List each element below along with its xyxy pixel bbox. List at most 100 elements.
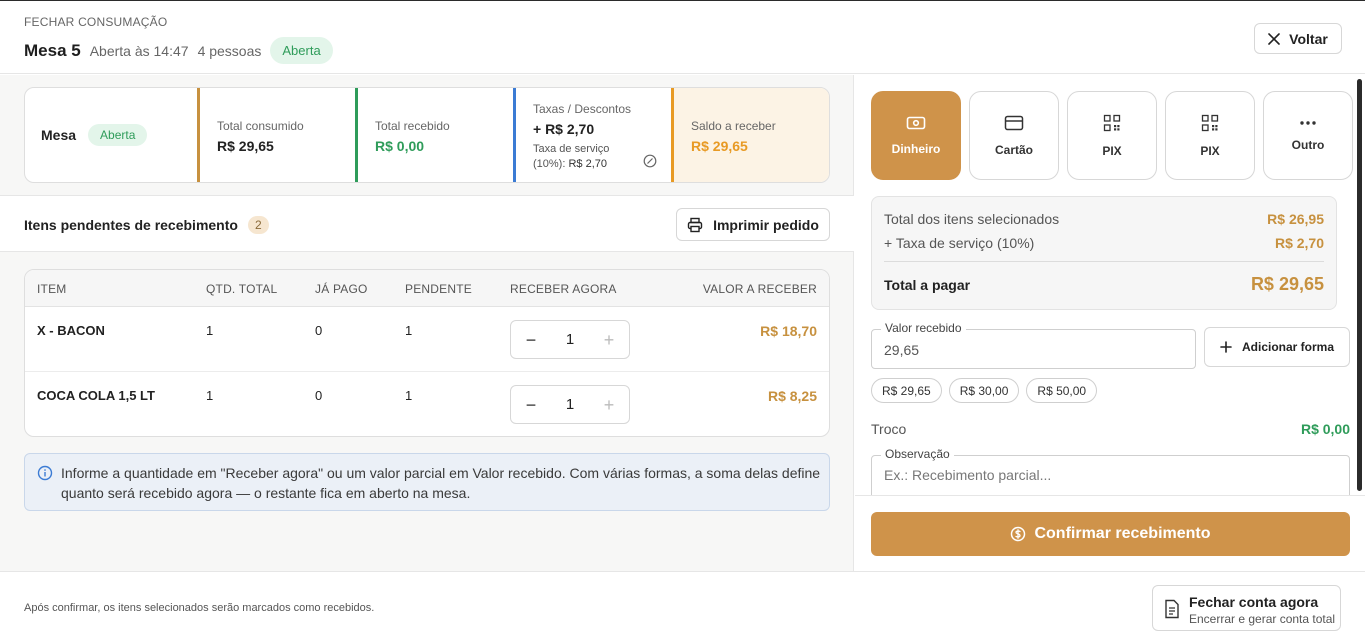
back-button[interactable]: Voltar <box>1254 23 1342 54</box>
row-valor: R$ 8,25 <box>767 388 817 404</box>
summary-saldo: Saldo a receber R$ 29,65 <box>671 88 829 182</box>
summary-card: Mesa Aberta Total consumido R$ 29,65 Tot… <box>24 87 830 183</box>
status-badge: Aberta <box>270 37 333 64</box>
document-icon <box>1165 599 1179 619</box>
confirm-receipt-button[interactable]: Confirmar recebimento <box>871 512 1350 556</box>
back-label: Voltar <box>1289 30 1328 47</box>
totals-divider <box>884 261 1324 262</box>
payment-method-label: Outro <box>1291 137 1325 152</box>
observacao-label: Observação <box>881 447 954 461</box>
taxa-label: + Taxa de serviço (10%) <box>884 235 1035 251</box>
card-icon <box>1004 115 1024 130</box>
col-qtd-total: QTD. TOTAL <box>206 282 278 296</box>
more-icon <box>1300 120 1316 125</box>
pending-count-badge: 2 <box>247 216 269 234</box>
row-item-name: X - BACON <box>37 323 105 338</box>
row-valor: R$ 18,70 <box>760 323 817 339</box>
close-account-button[interactable]: Fechar conta agora Encerrar e gerar cont… <box>1152 585 1341 631</box>
itens-total-row: Total dos itens selecionados R$ 26,95 <box>884 211 1324 227</box>
valor-recebido-label: Valor recebido <box>881 321 966 335</box>
taxas-value: + R$ 2,70 <box>533 121 595 137</box>
payment-method-pix-2[interactable]: PIX <box>1165 91 1255 180</box>
quick-amount-chip[interactable]: R$ 29,65 <box>871 378 942 403</box>
summary-mesa-label: Mesa <box>41 127 77 143</box>
valor-recebido-field[interactable]: Valor recebido 29,65 <box>871 321 1196 369</box>
itens-total-label: Total dos itens selecionados <box>884 211 1060 227</box>
summary-total-consumido: Total consumido R$ 29,65 <box>197 88 355 182</box>
summary-status-badge: Aberta <box>88 124 148 146</box>
bottom-note: Após confirmar, os itens selecionados se… <box>24 602 375 614</box>
page-title: Mesa 5 <box>24 40 81 60</box>
col-item: ITEM <box>37 282 67 296</box>
quantity-stepper: − 1 + <box>510 320 630 359</box>
payment-footer: Confirmar recebimento <box>855 495 1365 571</box>
summary-taxas: Taxas / Descontos + R$ 2,70 Taxa de serv… <box>513 88 671 182</box>
close-icon <box>1268 32 1280 45</box>
decrement-button[interactable]: − <box>523 331 539 349</box>
quick-amounts: R$ 29,65 R$ 30,00 R$ 50,00 <box>871 378 1098 403</box>
row-item-name: COCA COLA 1,5 LT <box>37 388 155 403</box>
total-recebido-label: Total recebido <box>375 119 450 133</box>
info-alert: Informe a quantidade em "Receber agora" … <box>24 453 830 511</box>
plus-icon <box>1220 341 1232 353</box>
close-account-subtitle: Encerrar e gerar conta total <box>1189 612 1336 626</box>
opened-at: Aberta às 14:47 <box>89 42 189 59</box>
troco-label: Troco <box>871 421 907 437</box>
payment-method-label: Dinheiro <box>891 141 941 156</box>
add-payment-form-button[interactable]: Adicionar forma <box>1204 327 1350 367</box>
total-a-pagar-value: R$ 29,65 <box>1250 274 1324 294</box>
payment-method-label: PIX <box>1200 143 1220 158</box>
observacao-placeholder: Ex.: Recebimento parcial... <box>884 467 1052 483</box>
printer-icon <box>687 217 703 232</box>
print-order-label: Imprimir pedido <box>713 216 819 233</box>
saldo-label: Saldo a receber <box>691 119 776 133</box>
col-valor-a-receber: VALOR A RECEBER <box>702 282 817 296</box>
info-icon <box>37 465 53 481</box>
total-consumido-value: R$ 29,65 <box>217 138 274 154</box>
row-pendente: 1 <box>405 388 413 403</box>
observacao-field[interactable]: Observação Ex.: Recebimento parcial... <box>871 447 1350 495</box>
pending-items-table: ITEM QTD. TOTAL JÁ PAGO PENDENTE RECEBER… <box>24 269 830 437</box>
payment-method-cartao[interactable]: Cartão <box>969 91 1059 180</box>
print-order-button[interactable]: Imprimir pedido <box>676 208 830 241</box>
scrollbar[interactable] <box>1357 79 1362 491</box>
payment-method-outro[interactable]: Outro <box>1263 91 1353 180</box>
itens-total-value: R$ 26,95 <box>1267 211 1324 227</box>
payment-method-label: Cartão <box>994 142 1033 157</box>
col-pendente: PENDENTE <box>405 282 472 296</box>
row-qtd-total: 1 <box>206 323 214 338</box>
valor-recebido-value: 29,65 <box>884 342 920 358</box>
cash-icon <box>906 116 926 129</box>
quantity-value[interactable]: 1 <box>566 396 574 413</box>
quantity-value[interactable]: 1 <box>566 331 574 348</box>
page-header: FECHAR CONSUMAÇÃO Mesa 5 Aberta às 14:47… <box>0 1 1365 74</box>
close-account-title: Fechar conta agora <box>1189 594 1319 610</box>
qr-icon <box>1103 114 1121 131</box>
taxa-row: + Taxa de serviço (10%) R$ 2,70 <box>884 235 1324 251</box>
increment-button[interactable]: + <box>601 331 617 349</box>
payment-method-label: PIX <box>1102 143 1122 158</box>
qr-icon <box>1201 114 1219 131</box>
total-consumido-label: Total consumido <box>217 119 304 133</box>
table-row: X - BACON 1 0 1 − 1 + R$ 18,70 <box>25 307 829 372</box>
row-pendente: 1 <box>405 323 413 338</box>
increment-button[interactable]: + <box>601 396 617 414</box>
summary-mesa: Mesa Aberta <box>25 88 197 182</box>
payment-totals: Total dos itens selecionados R$ 26,95 + … <box>871 196 1337 310</box>
pending-header: Itens pendentes de recebimento 2 Imprimi… <box>0 195 854 252</box>
troco-row: Troco R$ 0,00 <box>871 421 1350 437</box>
page-eyebrow: FECHAR CONSUMAÇÃO <box>24 15 168 29</box>
quick-amount-chip[interactable]: R$ 50,00 <box>1026 378 1098 403</box>
pending-title-text: Itens pendentes de recebimento <box>24 217 238 233</box>
dollar-circle-icon <box>1011 526 1026 542</box>
payment-method-pix[interactable]: PIX <box>1067 91 1157 180</box>
total-a-pagar-label: Total a pagar <box>884 277 971 293</box>
quick-amount-chip[interactable]: R$ 30,00 <box>948 378 1020 403</box>
payment-panel: Dinheiro Cartão PIX PIX Outro Total dos … <box>855 75 1365 571</box>
payment-method-dinheiro[interactable]: Dinheiro <box>871 91 961 180</box>
payment-scroll-area: Dinheiro Cartão PIX PIX Outro Total dos … <box>855 75 1365 495</box>
edit-fee-icon[interactable] <box>643 154 657 168</box>
row-ja-pago: 0 <box>315 388 323 403</box>
col-receber-agora: RECEBER AGORA <box>510 282 617 296</box>
decrement-button[interactable]: − <box>523 396 539 414</box>
